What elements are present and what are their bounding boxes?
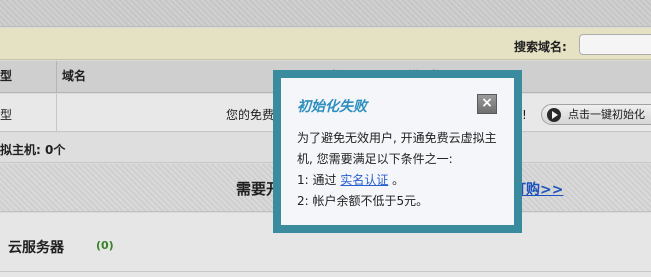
condition-1-prefix: 1: 通过 [297,173,337,187]
dialog-message: 为了避免无效用户, 开通免费云虚拟主机, 您需要满足以下条件之一: 1: 通过 … [297,128,507,212]
dialog-intro: 为了避免无效用户, 开通免费云虚拟主机, 您需要满足以下条件之一: [297,131,497,166]
dialog-title: 初始化失败 [297,99,367,115]
condition-2: 2: 帐户余额不低于5元。 [297,194,429,208]
condition-1-suffix: 。 [392,173,405,187]
init-failed-dialog: 初始化失败 × 为了避免无效用户, 开通免费云虚拟主机, 您需要满足以下条件之一… [273,70,522,233]
dialog-body: 初始化失败 × 为了避免无效用户, 开通免费云虚拟主机, 您需要满足以下条件之一… [281,78,514,225]
condition-1: 1: 通过 实名认证 。 [297,170,507,191]
close-icon[interactable]: × [477,94,497,114]
real-name-auth-link[interactable]: 实名认证 [340,173,388,187]
